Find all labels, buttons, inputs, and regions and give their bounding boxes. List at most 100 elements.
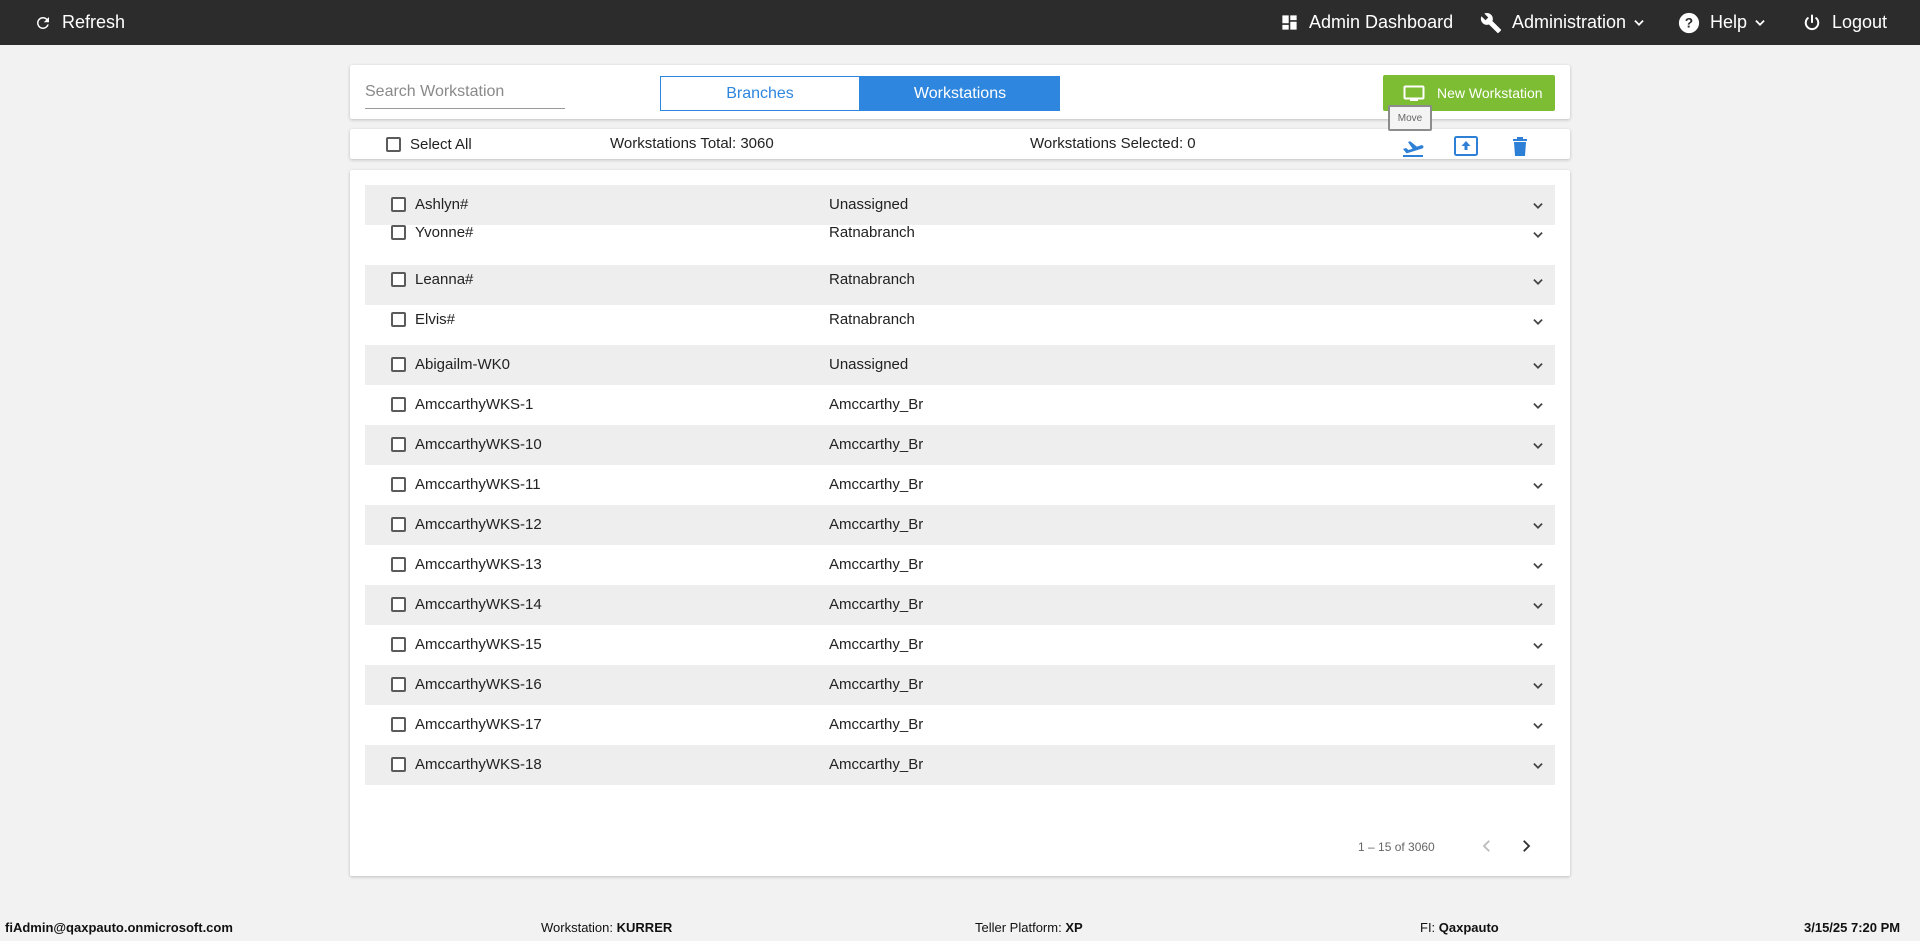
chevron-right-icon[interactable] bbox=[1517, 837, 1535, 855]
chevron-down-icon[interactable] bbox=[1531, 359, 1545, 373]
workstation-name: AmccarthyWKS-10 bbox=[415, 436, 542, 453]
power-icon bbox=[1802, 13, 1822, 33]
dashboard-icon bbox=[1280, 13, 1299, 32]
help-icon: ? bbox=[1678, 12, 1700, 34]
row-checkbox[interactable] bbox=[391, 272, 406, 287]
row-checkbox[interactable] bbox=[391, 557, 406, 572]
move-airplane-icon[interactable] bbox=[1401, 136, 1425, 158]
row-checkbox[interactable] bbox=[391, 717, 406, 732]
table-row[interactable]: Leanna# Ratnabranch bbox=[365, 265, 1555, 305]
row-checkbox[interactable] bbox=[391, 637, 406, 652]
footer-datetime: 3/15/25 7:20 PM bbox=[1804, 920, 1901, 935]
logout-label: Logout bbox=[1832, 12, 1888, 32]
row-checkbox[interactable] bbox=[391, 197, 406, 212]
row-checkbox[interactable] bbox=[391, 597, 406, 612]
workstation-name: Leanna# bbox=[415, 271, 474, 288]
select-all-label: Select All bbox=[410, 136, 472, 153]
workstation-branch: Amccarthy_Br bbox=[829, 516, 924, 533]
new-workstation-label: New Workstation bbox=[1437, 85, 1543, 101]
tab-branches[interactable]: Branches bbox=[660, 76, 860, 111]
chevron-down-icon[interactable] bbox=[1531, 719, 1545, 733]
row-checkbox[interactable] bbox=[391, 312, 406, 327]
chevron-down-icon bbox=[1632, 16, 1646, 30]
chevron-down-icon[interactable] bbox=[1531, 275, 1545, 289]
footer-workstation-label: Workstation: bbox=[541, 920, 614, 935]
row-checkbox[interactable] bbox=[391, 517, 406, 532]
workstations-total: Workstations Total: 3060 bbox=[610, 135, 774, 152]
toolbar-card bbox=[350, 129, 1570, 159]
chevron-down-icon[interactable] bbox=[1531, 559, 1545, 573]
move-tooltip: Move bbox=[1388, 105, 1432, 131]
tab-workstations[interactable]: Workstations bbox=[860, 76, 1060, 111]
workstation-branch: Amccarthy_Br bbox=[829, 716, 924, 733]
table-row[interactable]: AmccarthyWKS-12 Amccarthy_Br bbox=[365, 505, 1555, 545]
chevron-down-icon bbox=[1753, 16, 1767, 30]
administration-label: Administration bbox=[1512, 12, 1627, 32]
footer-workstation-value: KURRER bbox=[616, 920, 673, 935]
workstation-name: AmccarthyWKS-17 bbox=[415, 716, 542, 733]
table-row[interactable]: Yvonne# Ratnabranch bbox=[365, 213, 1555, 249]
workstation-name: AmccarthyWKS-14 bbox=[415, 596, 542, 613]
row-checkbox[interactable] bbox=[391, 757, 406, 772]
select-all-checkbox[interactable] bbox=[386, 137, 401, 152]
top-nav-bar: Refresh Admin Dashboard Administration ?… bbox=[0, 0, 1920, 45]
workstation-branch: Unassigned bbox=[829, 356, 909, 373]
row-checkbox[interactable] bbox=[391, 477, 406, 492]
chevron-left-icon[interactable] bbox=[1478, 837, 1496, 855]
chevron-down-icon[interactable] bbox=[1531, 199, 1545, 213]
workstation-name: Ashlyn# bbox=[415, 196, 469, 213]
monitor-icon bbox=[1403, 85, 1425, 101]
workstation-branch: Amccarthy_Br bbox=[829, 756, 924, 773]
chevron-down-icon[interactable] bbox=[1531, 639, 1545, 653]
admin-dashboard-link[interactable]: Admin Dashboard bbox=[1280, 0, 1453, 45]
workstation-branch: Ratnabranch bbox=[829, 224, 915, 241]
help-label: Help bbox=[1710, 12, 1748, 32]
refresh-label: Refresh bbox=[62, 12, 126, 32]
workstation-branch: Amccarthy_Br bbox=[829, 476, 924, 493]
row-checkbox[interactable] bbox=[391, 397, 406, 412]
table-row[interactable]: AmccarthyWKS-10 Amccarthy_Br bbox=[365, 425, 1555, 465]
refresh-button[interactable]: Refresh bbox=[34, 0, 125, 45]
row-checkbox[interactable] bbox=[391, 357, 406, 372]
workstation-branch: Amccarthy_Br bbox=[829, 396, 924, 413]
chevron-down-icon[interactable] bbox=[1531, 479, 1545, 493]
footer-fi: FI: Qaxpauto bbox=[1420, 920, 1499, 935]
workstation-branch: Amccarthy_Br bbox=[829, 676, 924, 693]
workstations-selected: Workstations Selected: 0 bbox=[1030, 135, 1196, 152]
chevron-down-icon[interactable] bbox=[1531, 599, 1545, 613]
row-checkbox[interactable] bbox=[391, 437, 406, 452]
row-checkbox[interactable] bbox=[391, 677, 406, 692]
upload-icon[interactable] bbox=[1454, 136, 1478, 156]
chevron-down-icon[interactable] bbox=[1531, 439, 1545, 453]
footer-platform-value: XP bbox=[1065, 920, 1083, 935]
svg-text:?: ? bbox=[1685, 15, 1693, 30]
table-row[interactable]: AmccarthyWKS-11 Amccarthy_Br bbox=[365, 465, 1555, 505]
workstation-branch: Amccarthy_Br bbox=[829, 556, 924, 573]
chevron-down-icon[interactable] bbox=[1531, 399, 1545, 413]
table-row[interactable]: AmccarthyWKS-17 Amccarthy_Br bbox=[365, 705, 1555, 745]
table-row[interactable]: Abigailm-WK0 Unassigned bbox=[365, 345, 1555, 385]
table-row[interactable]: AmccarthyWKS-1 Amccarthy_Br bbox=[365, 385, 1555, 425]
table-row[interactable]: AmccarthyWKS-15 Amccarthy_Br bbox=[365, 625, 1555, 665]
logout-button[interactable]: Logout bbox=[1802, 0, 1887, 45]
trash-icon[interactable] bbox=[1512, 136, 1528, 156]
chevron-down-icon[interactable] bbox=[1531, 519, 1545, 533]
workstation-name: AmccarthyWKS-18 bbox=[415, 756, 542, 773]
chevron-down-icon[interactable] bbox=[1531, 315, 1545, 329]
search-input[interactable] bbox=[365, 79, 565, 109]
row-checkbox[interactable] bbox=[391, 225, 406, 240]
workstation-branch: Amccarthy_Br bbox=[829, 436, 924, 453]
table-row[interactable]: AmccarthyWKS-18 Amccarthy_Br bbox=[365, 745, 1555, 785]
table-row[interactable]: AmccarthyWKS-14 Amccarthy_Br bbox=[365, 585, 1555, 625]
table-row[interactable]: AmccarthyWKS-16 Amccarthy_Br bbox=[365, 665, 1555, 705]
workstation-name: AmccarthyWKS-13 bbox=[415, 556, 542, 573]
chevron-down-icon[interactable] bbox=[1531, 228, 1545, 242]
help-menu[interactable]: ? Help bbox=[1678, 0, 1767, 45]
workstation-name: Yvonne# bbox=[415, 224, 474, 241]
table-row[interactable]: Elvis# Ratnabranch bbox=[365, 305, 1555, 345]
table-row[interactable]: AmccarthyWKS-13 Amccarthy_Br bbox=[365, 545, 1555, 585]
chevron-down-icon[interactable] bbox=[1531, 759, 1545, 773]
administration-menu[interactable]: Administration bbox=[1480, 0, 1646, 45]
chevron-down-icon[interactable] bbox=[1531, 679, 1545, 693]
workstation-name: AmccarthyWKS-11 bbox=[415, 476, 541, 493]
